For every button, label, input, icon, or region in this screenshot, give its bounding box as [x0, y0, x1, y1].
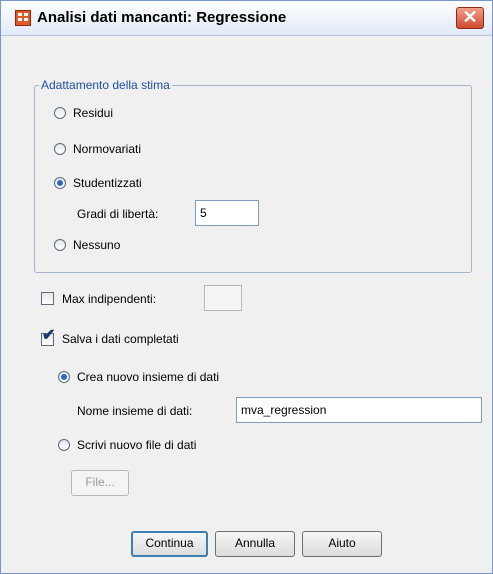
radio-label-normovariati: Normovariati [73, 142, 142, 156]
continue-button[interactable]: Continua [131, 531, 208, 557]
group-legend: Adattamento della stima [39, 78, 172, 92]
df-input[interactable] [195, 200, 259, 226]
max-indep-checkbox[interactable] [41, 292, 54, 305]
window-title: Analisi dati mancanti: Regressione [37, 9, 287, 26]
help-button[interactable]: Aiuto [302, 531, 382, 557]
checkmark-icon: ✔ [42, 327, 56, 344]
radio-label-new-file: Scrivi nuovo file di dati [77, 438, 197, 452]
df-label: Gradi di libertà: [77, 207, 159, 221]
cancel-button[interactable]: Annulla [215, 531, 295, 557]
app-icon [15, 10, 31, 26]
dataset-name-input[interactable] [236, 397, 482, 423]
radio-residui[interactable] [54, 107, 66, 119]
dialog-window: Analisi dati mancanti: Regressione ✕ Ada… [0, 0, 493, 574]
radio-normovariati[interactable] [54, 143, 66, 155]
file-button[interactable]: File... [71, 470, 129, 496]
dataset-name-label: Nome insieme di dati: [77, 404, 193, 418]
radio-new-file[interactable] [58, 439, 70, 451]
save-completed-label: Salva i dati completati [62, 332, 179, 346]
radio-label-nessuno: Nessuno [73, 238, 121, 252]
radio-label-residui: Residui [73, 106, 114, 120]
save-completed-checkbox[interactable]: ✔ [41, 328, 55, 346]
radio-studentizzati[interactable] [54, 177, 66, 189]
radio-label-studentizzati: Studentizzati [73, 176, 142, 190]
close-icon: ✕ [462, 7, 478, 27]
close-button[interactable]: ✕ [456, 7, 484, 29]
radio-nessuno[interactable] [54, 239, 66, 251]
title-bar[interactable]: Analisi dati mancanti: Regressione ✕ [1, 1, 492, 36]
radio-new-dataset[interactable] [58, 371, 70, 383]
max-indep-label: Max indipendenti: [62, 292, 157, 306]
max-indep-input[interactable] [204, 285, 242, 311]
radio-label-new-dataset: Crea nuovo insieme di dati [77, 370, 220, 384]
